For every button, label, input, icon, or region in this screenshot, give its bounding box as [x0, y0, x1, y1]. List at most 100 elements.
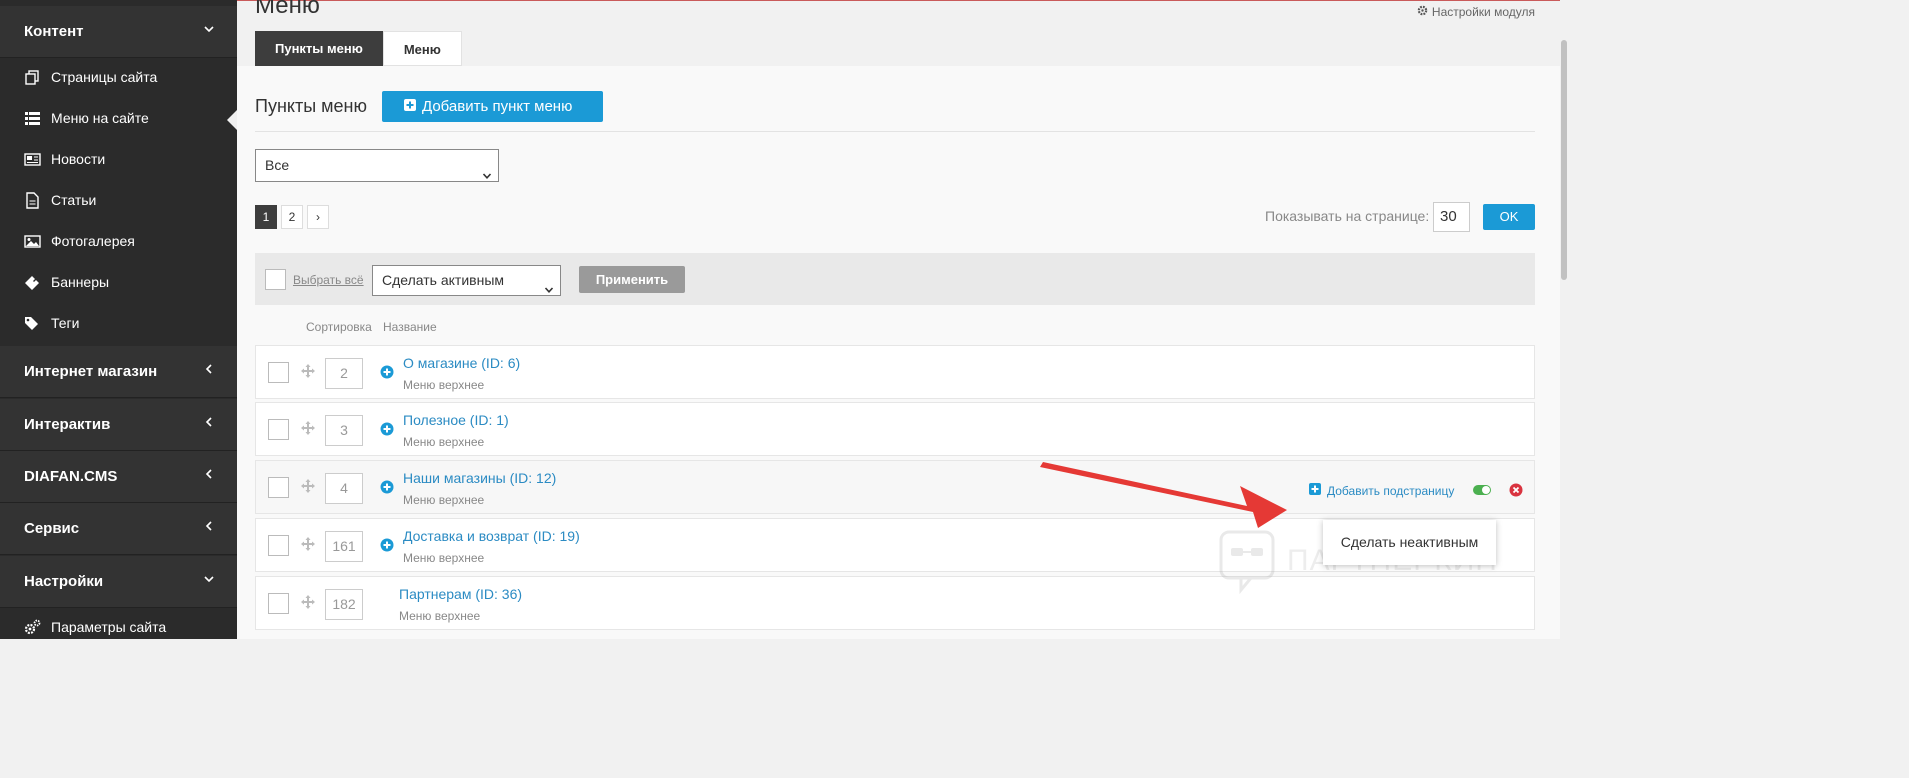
row-checkbox[interactable]: [268, 477, 289, 498]
add-subpage-label: Добавить подстраницу: [1327, 483, 1455, 498]
expand-icon[interactable]: [380, 480, 394, 494]
sidebar-item-label: Параметры сайта: [51, 619, 167, 635]
sort-input[interactable]: 2: [325, 358, 363, 389]
delete-icon[interactable]: [1509, 483, 1523, 497]
tab-menu-items[interactable]: Пункты меню: [255, 31, 383, 66]
sidebar: Контент Страницы сайта Меню на сайте Нов…: [0, 0, 237, 639]
expand-icon[interactable]: [380, 422, 394, 436]
row-checkbox[interactable]: [268, 593, 289, 614]
table-row: 3 Полезное (ID: 1) Меню верхнее: [255, 402, 1535, 456]
sidebar-section-service[interactable]: Сервис: [0, 503, 237, 555]
tags-icon: [24, 315, 41, 332]
scrollbar-thumb[interactable]: [1561, 40, 1567, 280]
bulk-action-value: Сделать активным: [382, 272, 505, 288]
list-icon: [24, 110, 41, 127]
sidebar-item-gallery[interactable]: Фотогалерея: [0, 221, 237, 262]
plus-square-icon: [1309, 483, 1321, 498]
move-icon[interactable]: [300, 478, 316, 494]
row-subtitle: Меню верхнее: [403, 493, 485, 507]
ticket-icon: [24, 274, 41, 291]
sidebar-section-content[interactable]: Контент: [0, 6, 237, 58]
chevron-down-icon: [203, 23, 215, 35]
per-page-label: Показывать на странице:: [1265, 208, 1430, 224]
document-icon: [24, 192, 41, 209]
sidebar-section-label: Настройки: [24, 573, 104, 590]
sidebar-item-articles[interactable]: Статьи: [0, 180, 237, 221]
per-page-ok-button[interactable]: OK: [1483, 204, 1535, 230]
per-page-input[interactable]: 30: [1433, 202, 1470, 232]
sidebar-section-label: Интерактив: [24, 416, 111, 433]
sidebar-item-site-params[interactable]: Параметры сайта: [0, 607, 237, 648]
column-header-sort: Сортировка: [306, 320, 372, 334]
bulk-action-select[interactable]: Сделать активным: [372, 265, 561, 296]
bulk-actions-bar: Выбрать всё Сделать активным Применить: [255, 253, 1535, 305]
move-icon[interactable]: [300, 363, 316, 379]
expand-icon[interactable]: [380, 365, 394, 379]
row-checkbox[interactable]: [268, 362, 289, 383]
sidebar-section-shop[interactable]: Интернет магазин: [0, 346, 237, 398]
sidebar-item-menu[interactable]: Меню на сайте: [0, 98, 237, 139]
menu-filter-value: Все: [265, 157, 290, 173]
move-icon[interactable]: [300, 594, 316, 610]
plus-square-icon: [404, 98, 416, 115]
module-settings-link[interactable]: Настройки модуля: [1417, 5, 1535, 19]
row-subtitle: Меню верхнее: [403, 435, 485, 449]
scrollbar[interactable]: [1560, 0, 1568, 639]
row-title-link[interactable]: Полезное (ID: 1): [403, 412, 509, 428]
active-toggle[interactable]: [1473, 485, 1491, 495]
section-title: Пункты меню: [255, 96, 367, 116]
row-subtitle: Меню верхнее: [403, 551, 485, 565]
chevron-left-icon: [203, 520, 215, 532]
sidebar-item-label: Страницы сайта: [51, 69, 158, 85]
tooltip: Сделать неактивным: [1323, 520, 1496, 565]
gear-icon: [1417, 5, 1428, 19]
column-header-name: Название: [383, 320, 437, 334]
divider: [255, 131, 1535, 132]
pages-icon: [24, 69, 41, 86]
chevron-left-icon: [203, 363, 215, 375]
page-button[interactable]: 1: [255, 205, 277, 229]
sort-input[interactable]: 182: [325, 589, 363, 620]
row-title-link[interactable]: О магазине (ID: 6): [403, 355, 520, 371]
sidebar-section-interactive[interactable]: Интерактив: [0, 399, 237, 451]
cogs-icon: [24, 619, 41, 636]
row-title-link[interactable]: Наши магазины (ID: 12): [403, 470, 556, 486]
select-all-link[interactable]: Выбрать всё: [293, 273, 364, 287]
sidebar-item-label: Новости: [51, 151, 106, 167]
move-icon[interactable]: [300, 420, 316, 436]
add-subpage-link[interactable]: Добавить подстраницу: [1309, 483, 1454, 498]
sidebar-section-settings[interactable]: Настройки: [0, 556, 237, 608]
next-page-button[interactable]: ›: [307, 205, 329, 229]
sidebar-section-diafan[interactable]: DIAFAN.CMS: [0, 451, 237, 503]
image-icon: [24, 233, 41, 250]
chevron-down-icon: [203, 573, 215, 585]
sidebar-item-label: Теги: [51, 315, 80, 331]
select-all-checkbox[interactable]: [265, 269, 286, 290]
row-checkbox[interactable]: [268, 419, 289, 440]
sort-input[interactable]: 161: [325, 531, 363, 562]
sidebar-item-banners[interactable]: Баннеры: [0, 262, 237, 303]
menu-filter-select[interactable]: Все: [255, 149, 499, 182]
sidebar-item-pages[interactable]: Страницы сайта: [0, 57, 237, 98]
sort-input[interactable]: 3: [325, 415, 363, 446]
move-icon[interactable]: [300, 536, 316, 552]
apply-button[interactable]: Применить: [579, 266, 685, 293]
add-menu-item-button[interactable]: Добавить пункт меню: [382, 91, 603, 122]
sidebar-item-label: Статьи: [51, 192, 97, 208]
main-area: Меню Настройки модуля Пункты меню Меню П…: [237, 0, 1568, 639]
tab-menu[interactable]: Меню: [382, 31, 462, 66]
page-title: Меню: [255, 0, 320, 19]
sidebar-section-label: Сервис: [24, 520, 80, 537]
chevron-left-icon: [203, 468, 215, 480]
sort-input[interactable]: 4: [325, 473, 363, 504]
active-indicator: [227, 110, 237, 130]
expand-icon[interactable]: [380, 538, 394, 552]
row-checkbox[interactable]: [268, 535, 289, 556]
sidebar-item-news[interactable]: Новости: [0, 139, 237, 180]
page-button[interactable]: 2: [281, 205, 303, 229]
row-title-link[interactable]: Доставка и возврат (ID: 19): [403, 528, 580, 544]
table-row: 2 О магазине (ID: 6) Меню верхнее: [255, 345, 1535, 399]
module-settings-label: Настройки модуля: [1431, 5, 1535, 19]
sidebar-item-tags[interactable]: Теги: [0, 303, 237, 344]
row-title-link[interactable]: Партнерам (ID: 36): [399, 586, 522, 602]
